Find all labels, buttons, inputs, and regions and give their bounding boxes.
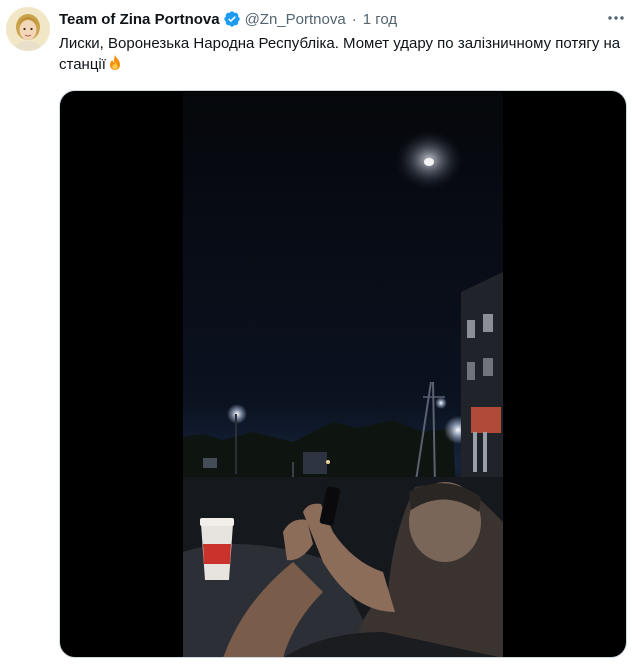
- verified-badge-icon: [223, 10, 241, 28]
- tweet-text-body: Лиски, Воронезька Народна Республіка. Мо…: [59, 35, 621, 73]
- tweet-media[interactable]: [59, 90, 627, 658]
- tweet-text: Лиски, Воронезька Народна Республіка. Мо…: [59, 33, 629, 75]
- tweet-header: Team of Zina Portnova @Zn_Portnova · 1 г…: [59, 9, 397, 29]
- separator-dot: ·: [351, 10, 357, 28]
- avatar-portrait-icon: [6, 7, 50, 51]
- video-player[interactable]: [183, 92, 503, 657]
- more-horizontal-icon: [608, 16, 624, 20]
- author-handle[interactable]: @Zn_Portnova: [245, 11, 346, 28]
- fire-emoji-icon: [107, 54, 123, 71]
- timestamp[interactable]: 1 год: [363, 11, 397, 28]
- author-avatar[interactable]: [6, 7, 50, 51]
- tweet[interactable]: Team of Zina Portnova @Zn_Portnova · 1 г…: [0, 0, 638, 667]
- video-play-area[interactable]: [183, 92, 503, 657]
- more-options-button[interactable]: [604, 8, 628, 28]
- author-display-name[interactable]: Team of Zina Portnova: [59, 11, 220, 28]
